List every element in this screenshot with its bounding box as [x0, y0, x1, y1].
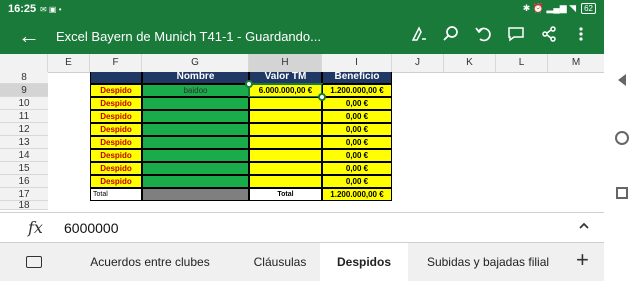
- column-header-selected[interactable]: H: [249, 54, 322, 72]
- row-header[interactable]: 8: [0, 72, 48, 84]
- valor-cell[interactable]: [249, 110, 322, 123]
- row-label[interactable]: Despido: [90, 123, 142, 136]
- nav-recents-icon[interactable]: [604, 186, 640, 203]
- total-label[interactable]: Total: [90, 188, 142, 201]
- status-time: 16:25: [8, 3, 37, 15]
- column-header[interactable]: L: [496, 54, 548, 72]
- select-all-corner[interactable]: [0, 54, 48, 72]
- name-cell[interactable]: [142, 136, 249, 149]
- row-label[interactable]: Despido: [90, 84, 142, 97]
- valor-cell[interactable]: [249, 97, 322, 110]
- table-header-beneficio[interactable]: Beneficio: [322, 72, 392, 84]
- total-valor-label[interactable]: Total: [249, 188, 322, 201]
- valor-cell[interactable]: [249, 123, 322, 136]
- name-cell[interactable]: [142, 162, 249, 175]
- undo-icon[interactable]: [474, 25, 492, 48]
- row-header[interactable]: 14: [0, 149, 48, 162]
- column-header[interactable]: G: [142, 54, 249, 72]
- valor-cell[interactable]: [249, 175, 322, 188]
- row-header[interactable]: 16: [0, 175, 48, 188]
- draw-pen-icon[interactable]: [410, 25, 428, 48]
- table-header-valor[interactable]: Valor TM: [249, 72, 322, 84]
- total-empty-cell[interactable]: [142, 188, 249, 201]
- column-header[interactable]: M: [548, 54, 604, 72]
- beneficio-cell[interactable]: 0,00 €: [322, 149, 392, 162]
- document-title: Excel Bayern de Munich T41-1 - Guardando…: [56, 29, 321, 44]
- valor-cell[interactable]: [249, 162, 322, 175]
- spreadsheet-grid: Nombre Valor TM Beneficio Despido baidoo…: [48, 72, 604, 210]
- nav-home-icon[interactable]: [604, 130, 640, 149]
- total-beneficio[interactable]: 1.200.000,00 €: [322, 188, 392, 201]
- table-header-nombre[interactable]: Nombre: [142, 72, 249, 84]
- system-nav-bar: [604, 0, 640, 280]
- row-header[interactable]: 15: [0, 162, 48, 175]
- beneficio-cell[interactable]: 0,00 €: [322, 136, 392, 149]
- beneficio-cell[interactable]: 1.200.000,00 €: [322, 84, 392, 97]
- column-headers: E F G H I J K L M: [0, 54, 604, 73]
- column-header[interactable]: F: [90, 54, 142, 72]
- back-arrow-icon[interactable]: ←: [18, 23, 40, 49]
- beneficio-cell[interactable]: 0,00 €: [322, 110, 392, 123]
- row-header-selected[interactable]: 9: [0, 84, 48, 97]
- row-label[interactable]: Despido: [90, 149, 142, 162]
- row-header[interactable]: 10: [0, 97, 48, 110]
- row-label[interactable]: Despido: [90, 110, 142, 123]
- row-header[interactable]: 13: [0, 136, 48, 149]
- column-header[interactable]: K: [444, 54, 496, 72]
- name-cell[interactable]: baidoo: [142, 84, 249, 97]
- nav-back-icon[interactable]: [604, 72, 640, 91]
- comment-icon[interactable]: [507, 25, 525, 48]
- beneficio-cell[interactable]: 0,00 €: [322, 123, 392, 136]
- valor-cell[interactable]: [249, 136, 322, 149]
- column-header[interactable]: J: [392, 54, 444, 72]
- battery-icon: 62: [581, 3, 596, 14]
- row-label[interactable]: Despido: [90, 175, 142, 188]
- beneficio-cell[interactable]: 0,00 €: [322, 175, 392, 188]
- valor-cell-selected[interactable]: 6.000.000,00 €: [248, 83, 323, 98]
- more-vertical-icon[interactable]: [576, 25, 586, 48]
- status-right-icons: ✱ ⏰ ▂▄▆ ◥ 62: [523, 3, 596, 14]
- row-label[interactable]: Despido: [90, 162, 142, 175]
- column-header[interactable]: E: [48, 54, 90, 72]
- status-bar: 16:25 ✉ ▣ • ✱ ⏰ ▂▄▆ ◥ 62: [0, 0, 604, 20]
- row-label[interactable]: Despido: [90, 136, 142, 149]
- beneficio-cell[interactable]: 0,00 €: [322, 97, 392, 110]
- selection-handle-start[interactable]: [245, 80, 253, 88]
- notification-icons: ✉ ▣ •: [40, 5, 62, 14]
- name-cell[interactable]: [142, 97, 249, 110]
- valor-cell[interactable]: [249, 149, 322, 162]
- row-header[interactable]: 17: [0, 188, 48, 201]
- tab-despidos[interactable]: Despidos: [320, 243, 408, 281]
- name-cell[interactable]: [142, 175, 249, 188]
- tab-subidas-bajadas[interactable]: Subidas y bajadas filial: [408, 243, 568, 281]
- name-cell[interactable]: [142, 149, 249, 162]
- row-header[interactable]: 12: [0, 123, 48, 136]
- table-header-cell: [90, 72, 142, 84]
- function-icon[interactable]: fx: [28, 218, 43, 237]
- sheets-list-icon[interactable]: [26, 256, 42, 268]
- share-icon[interactable]: [540, 25, 558, 48]
- sheet-tabs-bar: Acuerdos entre clubes Cláusulas Despidos…: [0, 242, 604, 281]
- system-icons: ✱ ⏰ ▂▄▆ ◥: [522, 3, 577, 13]
- column-header[interactable]: I: [322, 54, 392, 72]
- row-header[interactable]: 18: [0, 201, 48, 210]
- chevron-up-icon[interactable]: [578, 219, 590, 234]
- name-cell[interactable]: [142, 123, 249, 136]
- row-label[interactable]: Despido: [90, 97, 142, 110]
- tab-clausulas[interactable]: Cláusulas: [240, 243, 320, 281]
- name-cell[interactable]: [142, 110, 249, 123]
- search-icon[interactable]: [442, 25, 460, 48]
- formula-bar: fx 6000000: [0, 212, 604, 243]
- app-bar: ← Excel Bayern de Munich T41-1 - Guardan…: [0, 20, 604, 54]
- formula-input[interactable]: 6000000: [64, 220, 119, 236]
- row-header[interactable]: 11: [0, 110, 48, 123]
- add-sheet-icon[interactable]: +: [576, 247, 589, 273]
- tab-acuerdos[interactable]: Acuerdos entre clubes: [60, 243, 240, 281]
- beneficio-cell[interactable]: 0,00 €: [322, 162, 392, 175]
- selection-handle-end[interactable]: [318, 93, 326, 101]
